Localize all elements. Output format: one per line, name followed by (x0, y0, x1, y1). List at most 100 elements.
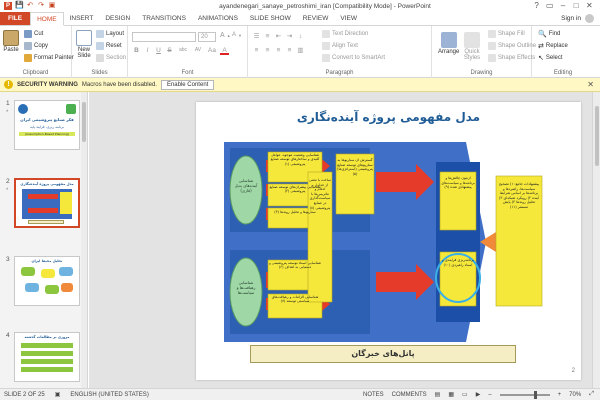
shrink-font-button[interactable]: A ▼ (232, 32, 242, 38)
slideshow-icon[interactable]: ▶ (476, 391, 481, 398)
reset-button[interactable]: Reset (96, 42, 122, 50)
select-button[interactable]: ↖ Select (538, 54, 563, 62)
tab-view[interactable]: VIEW (334, 12, 363, 25)
align-text-button[interactable]: Align Text (322, 42, 358, 50)
copy-button[interactable]: Copy (24, 42, 48, 50)
help-button[interactable]: ? (530, 0, 543, 12)
normal-view-icon[interactable]: ▤ (435, 391, 441, 398)
sign-in-label[interactable]: Sign in (561, 12, 581, 26)
tab-animations[interactable]: ANIMATIONS (192, 12, 244, 25)
spellcheck-icon[interactable]: ▣ (55, 391, 61, 398)
find-button[interactable]: 🔍 Find (538, 30, 560, 38)
cut-button[interactable]: Cut (24, 30, 43, 38)
current-slide[interactable]: مدل مفهومی پروژه آینده‌نگاری (196, 102, 581, 380)
align-left-icon[interactable]: ≡ (252, 46, 261, 55)
ribbon-display-button[interactable]: ▭ (543, 0, 556, 12)
decrease-indent-icon[interactable]: ⇤ (274, 32, 283, 41)
bottom-band-box-2: شناسایی الزامات و رهیافت‌های سیاستی توسع… (271, 295, 319, 304)
zoom-out-icon[interactable]: – (488, 392, 491, 398)
status-left: SLIDE 2 OF 25 ▣ ENGLISH (UNITED STATES) (0, 391, 149, 399)
align-right-icon[interactable]: ≡ (274, 46, 283, 55)
shape-outline-button[interactable]: Shape Outline (488, 42, 536, 50)
slide-thumbnail-4[interactable]: مروری بر مطالعات گذشته (14, 332, 80, 382)
paste-button[interactable]: Paste (3, 30, 19, 53)
slide-sorter-icon[interactable]: ▦ (448, 391, 454, 398)
find-icon: 🔍 (538, 31, 547, 38)
thumbnail-row[interactable]: 1 * فکر صنایع پتروشیمی ایران برنامه ریزی… (0, 100, 86, 156)
strikethrough-button[interactable]: S (165, 46, 174, 55)
zoom-in-icon[interactable]: + (558, 392, 562, 398)
avatar[interactable] (585, 14, 594, 23)
underline-button[interactable]: U (154, 46, 163, 55)
italic-button[interactable]: I (143, 46, 152, 55)
slide-scrollbar[interactable] (592, 92, 600, 388)
text-direction-button[interactable]: Text Direction (322, 30, 368, 38)
character-spacing-button[interactable]: AV (192, 46, 204, 55)
new-slide-button[interactable]: New Slide (74, 30, 94, 59)
arrange-button[interactable]: Arrange (438, 32, 459, 55)
expert-panels-box[interactable]: پانل‌های خبرگان (250, 345, 516, 363)
zoom-level[interactable]: 70% (569, 392, 581, 398)
grow-font-button[interactable]: A ▲ (220, 32, 231, 39)
thumbnails-scrollbar[interactable] (81, 92, 87, 388)
tab-slide-show[interactable]: SLIDE SHOW (244, 12, 297, 25)
columns-icon[interactable]: ▥ (296, 46, 305, 55)
line-spacing-icon[interactable]: ↕ (296, 32, 305, 41)
justify-icon[interactable]: ≡ (285, 46, 294, 55)
slide-thumbnail-1[interactable]: فکر صنایع پتروشیمی ایران برنامه ریزی، فر… (14, 100, 80, 150)
zoom-slider-knob[interactable] (533, 390, 537, 399)
slide-thumbnail-2[interactable]: مدل مفهومی پروژه آینده‌نگاری (14, 178, 80, 228)
warning-icon: ! (4, 80, 13, 89)
slide-thumbnails-pane[interactable]: 1 * فکر صنایع پتروشیمی ایران برنامه ریزی… (0, 92, 88, 388)
replace-button[interactable]: ⇄ Replace (538, 42, 568, 50)
comments-button[interactable]: COMMENTS (392, 392, 427, 398)
slide-counter: SLIDE 2 OF 25 (4, 391, 45, 398)
notes-button[interactable]: NOTES (363, 392, 384, 398)
convert-smartart-button[interactable]: Convert to SmartArt (322, 54, 385, 62)
undo-icon[interactable]: ↶ (26, 2, 34, 10)
bullets-icon[interactable]: ☰ (252, 32, 261, 41)
zoom-slider[interactable] (499, 390, 550, 399)
reading-view-icon[interactable]: ▭ (462, 391, 468, 398)
shape-effects-button[interactable]: Shape Effects (488, 54, 535, 62)
slide-editing-area[interactable]: مدل مفهومی پروژه آینده‌نگاری (89, 92, 600, 388)
shadow-button[interactable]: abc (176, 46, 190, 55)
redo-icon[interactable]: ↷ (37, 2, 45, 10)
tab-insert[interactable]: INSERT (64, 12, 100, 25)
quick-styles-button[interactable]: Quick Styles (462, 32, 482, 61)
font-size-field[interactable]: 20 (198, 32, 216, 42)
tab-design[interactable]: DESIGN (99, 12, 136, 25)
bold-button[interactable]: B (132, 46, 141, 55)
align-center-icon[interactable]: ≡ (263, 46, 272, 55)
slide-thumbnail-3[interactable]: تحلیل محیط ایران (14, 256, 80, 306)
tab-file[interactable]: FILE (0, 12, 31, 25)
fit-slide-icon[interactable]: ⤢ (589, 391, 594, 398)
save-icon[interactable]: 💾 (15, 2, 24, 10)
format-painter-button[interactable]: Format Painter (24, 54, 74, 62)
font-color-button[interactable]: A (220, 46, 229, 55)
language-indicator[interactable]: ENGLISH (UNITED STATES) (70, 392, 148, 398)
tab-review[interactable]: REVIEW (297, 12, 335, 25)
tab-home[interactable]: HOME (30, 12, 64, 26)
shape-fill-button[interactable]: Shape Fill (488, 30, 525, 38)
tab-transitions[interactable]: TRANSITIONS (136, 12, 192, 25)
maximize-button[interactable]: □ (570, 0, 583, 12)
section-button[interactable]: Section (96, 54, 126, 62)
thumb-node (21, 267, 35, 276)
thumbnail-row[interactable]: 3 تحلیل محیط ایران (0, 256, 86, 312)
sign-in[interactable]: Sign in (561, 12, 600, 25)
minimize-button[interactable]: – (556, 0, 569, 12)
slideshow-start-icon[interactable]: ▣ (48, 2, 56, 10)
numbering-icon[interactable]: ≡ (263, 32, 272, 41)
thumbnail-row[interactable]: 2 * مدل مفهومی پروژه آینده‌نگاری (0, 178, 86, 234)
increase-indent-icon[interactable]: ⇥ (285, 32, 294, 41)
close-security-bar-icon[interactable]: ✕ (587, 80, 594, 89)
thumbnail-row[interactable]: 4 مروری بر مطالعات گذشته (0, 332, 86, 388)
layout-button[interactable]: Layout (96, 30, 124, 38)
font-name-field[interactable] (132, 32, 196, 42)
slide-scroll-thumb[interactable] (595, 106, 599, 166)
enable-content-button[interactable]: Enable Content (160, 79, 215, 90)
change-case-button[interactable]: Aa (206, 46, 218, 55)
close-button[interactable]: ✕ (583, 0, 596, 12)
thumbnails-scroll-thumb[interactable] (82, 102, 86, 142)
